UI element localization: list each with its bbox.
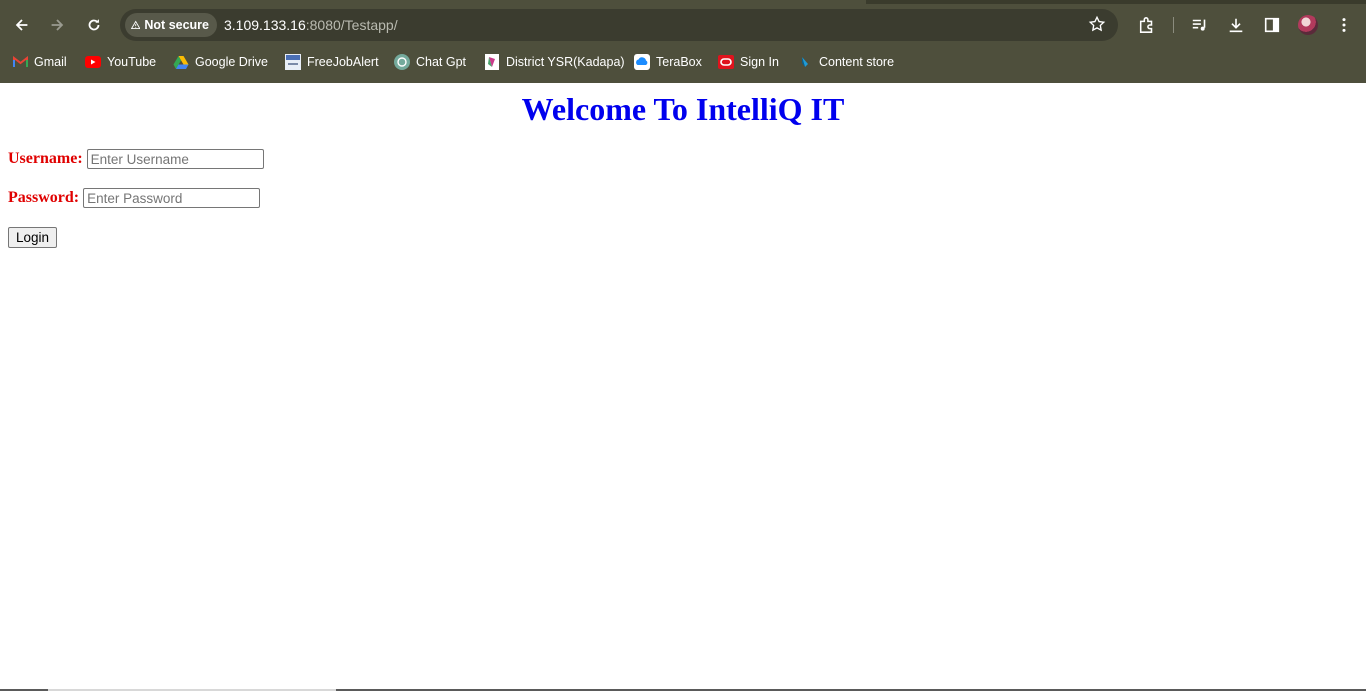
bookmark-label: Sign In xyxy=(740,55,779,69)
terabox-icon xyxy=(634,54,650,70)
freejobalert-icon xyxy=(285,54,301,70)
google-drive-icon xyxy=(173,54,189,70)
extensions-button[interactable] xyxy=(1136,14,1158,36)
active-tab-edge[interactable] xyxy=(0,0,866,4)
username-row: Username: xyxy=(8,149,264,169)
bookmark-label: TeraBox xyxy=(656,55,702,69)
gmail-icon xyxy=(12,54,28,70)
address-bar[interactable]: Not secure 3.109.133.16:8080/Testapp/ xyxy=(120,9,1118,41)
download-icon xyxy=(1229,18,1243,33)
page-title: Welcome To IntelliQ IT xyxy=(521,91,845,127)
warning-icon xyxy=(131,20,141,29)
security-chip[interactable]: Not secure xyxy=(125,13,217,37)
youtube-icon xyxy=(85,54,101,70)
playlist-icon xyxy=(1192,19,1206,31)
login-button[interactable]: Login xyxy=(8,227,57,248)
browser-menu-button[interactable] xyxy=(1333,14,1355,36)
bookmark-chat-gpt[interactable]: Chat Gpt xyxy=(394,50,466,74)
puzzle-icon xyxy=(1139,17,1153,33)
bookmark-label: Gmail xyxy=(34,55,67,69)
forward-button[interactable] xyxy=(43,11,71,39)
side-panel-button[interactable] xyxy=(1261,14,1283,36)
bookmark-label: Google Drive xyxy=(195,55,268,69)
side-panel-icon xyxy=(1264,17,1280,33)
reload-icon xyxy=(88,19,100,31)
password-input[interactable] xyxy=(83,188,261,208)
oracle-icon xyxy=(718,54,734,70)
media-control-button[interactable] xyxy=(1189,14,1211,36)
bookmark-district-ysr[interactable]: District YSR(Kadapa) xyxy=(484,50,625,74)
bookmark-star-icon[interactable] xyxy=(1088,15,1106,33)
back-button[interactable] xyxy=(8,11,36,39)
profile-avatar[interactable] xyxy=(1298,15,1318,35)
url-host: 3.109.133.16 xyxy=(224,17,306,33)
password-row: Password: xyxy=(8,188,261,208)
bookmark-label: Chat Gpt xyxy=(416,55,467,69)
tab-strip xyxy=(0,0,1366,4)
bookmark-label: District YSR(Kadapa) xyxy=(506,55,625,69)
username-input[interactable] xyxy=(86,149,264,169)
bookmark-label: Content store xyxy=(819,55,895,69)
kebab-menu-icon xyxy=(1342,18,1346,32)
bookmark-google-drive[interactable]: Google Drive xyxy=(173,50,268,74)
downloads-button[interactable] xyxy=(1225,14,1247,36)
bookmark-label: YouTube xyxy=(107,55,157,69)
back-arrow-icon xyxy=(15,19,28,31)
toolbar-divider xyxy=(1173,17,1174,33)
bookmark-content-store[interactable]: Content store xyxy=(797,50,894,74)
bookmark-label: FreeJobAlert xyxy=(307,55,379,69)
bookmark-terabox[interactable]: TeraBox xyxy=(634,50,702,74)
content-store-icon xyxy=(797,54,813,70)
url-text[interactable]: 3.109.133.16:8080/Testapp/ xyxy=(224,17,398,33)
security-label: Not secure xyxy=(144,18,209,32)
password-label: Password: xyxy=(8,189,80,206)
url-path: :8080/Testapp/ xyxy=(305,17,398,33)
forward-arrow-icon xyxy=(51,19,64,31)
district-icon xyxy=(484,54,500,70)
reload-button[interactable] xyxy=(80,11,108,39)
bookmark-gmail[interactable]: Gmail xyxy=(12,50,67,74)
username-label: Username: xyxy=(8,150,83,167)
bookmark-youtube[interactable]: YouTube xyxy=(85,50,156,74)
browser-toolbar: Not secure 3.109.133.16:8080/Testapp/ xyxy=(0,8,1366,42)
bookmarks-bar: Gmail YouTube Google Drive FreeJobAlert … xyxy=(0,50,1366,74)
page-content: Welcome To IntelliQ IT Username: Passwor… xyxy=(0,83,1366,691)
chatgpt-icon xyxy=(394,54,410,70)
bookmark-freejobalert[interactable]: FreeJobAlert xyxy=(285,50,379,74)
bookmark-sign-in[interactable]: Sign In xyxy=(718,50,779,74)
browser-chrome: Not secure 3.109.133.16:8080/Testapp/ Gm… xyxy=(0,0,1366,83)
